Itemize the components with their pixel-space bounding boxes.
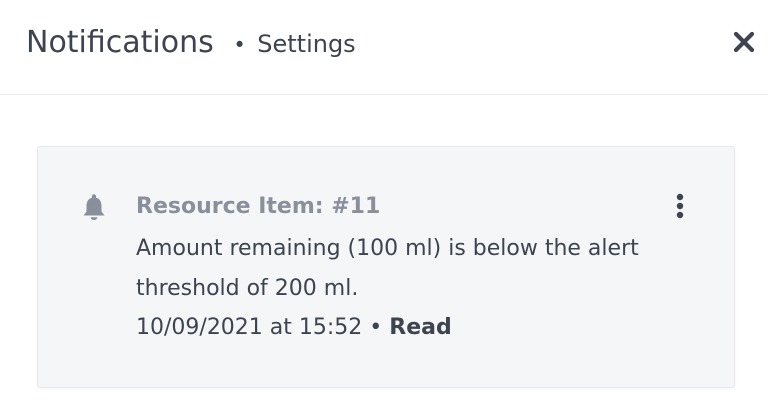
notifications-header: Notifications • Settings bbox=[0, 0, 768, 95]
notification-timestamp: 10/09/2021 at 15:52 bbox=[136, 315, 363, 340]
title-separator: • bbox=[233, 33, 246, 57]
notification-message: Amount remaining (100 ml) is below the a… bbox=[136, 236, 639, 301]
notification-meta: 10/09/2021 at 15:52 • Read bbox=[136, 309, 452, 347]
settings-link[interactable]: Settings bbox=[257, 30, 355, 58]
notification-title: Resource Item: #11 bbox=[136, 194, 381, 219]
close-icon[interactable] bbox=[730, 28, 758, 56]
notification-card[interactable]: Resource Item: #11 Amount remaining (100… bbox=[37, 146, 735, 388]
more-vertical-icon[interactable] bbox=[668, 191, 692, 223]
meta-separator: • bbox=[369, 315, 383, 340]
read-status[interactable]: Read bbox=[389, 315, 451, 340]
bell-icon bbox=[81, 193, 109, 223]
title-text: Notifications bbox=[26, 25, 214, 60]
page-title: Notifications • Settings bbox=[26, 24, 356, 64]
